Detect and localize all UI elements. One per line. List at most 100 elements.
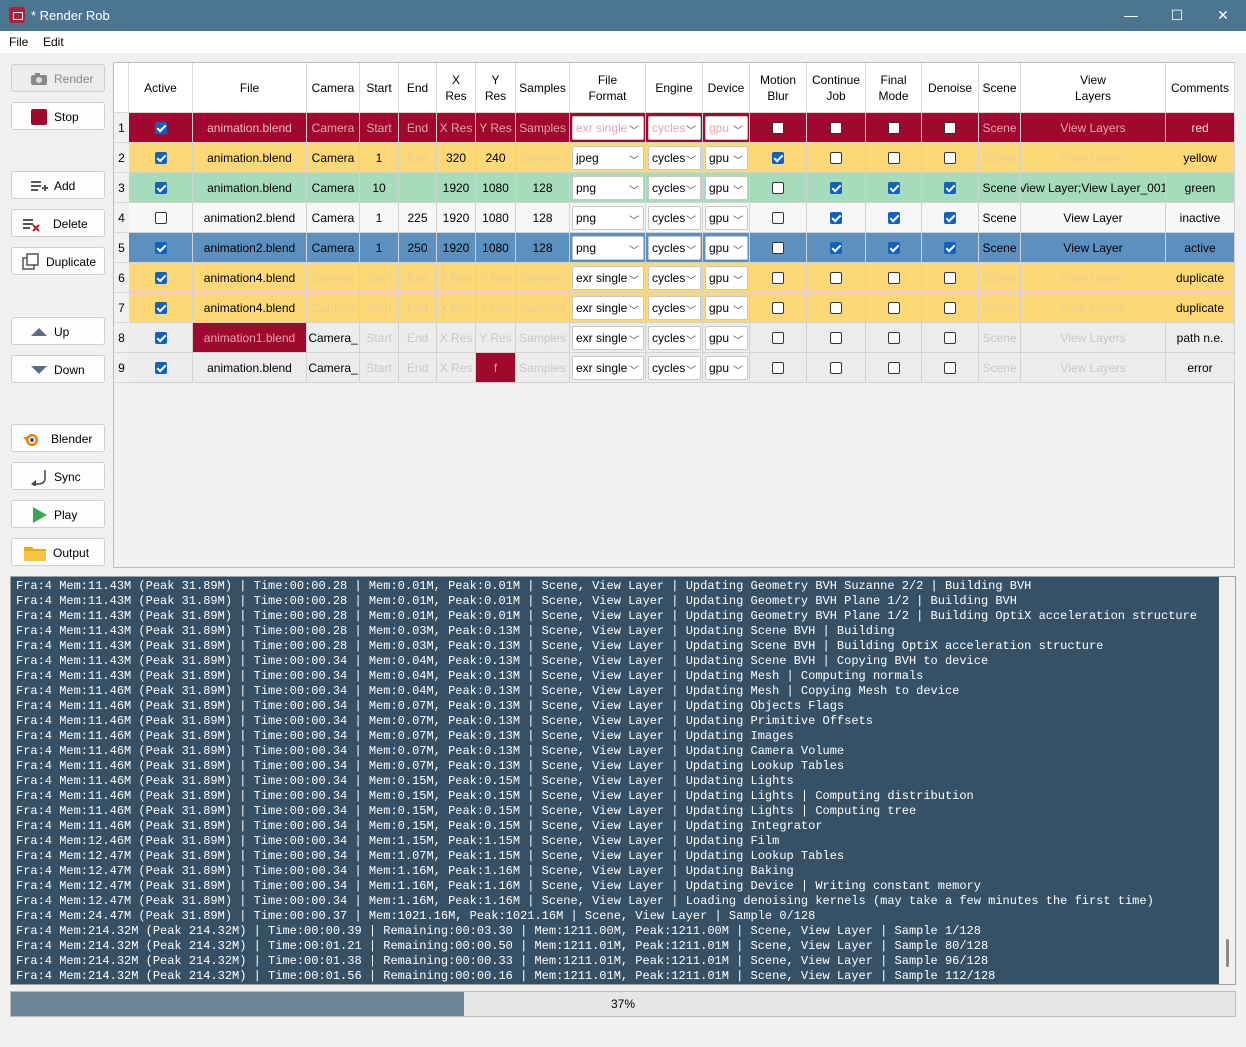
cell-start[interactable]: 1 [360, 203, 399, 233]
cell-scene[interactable]: Scene [979, 113, 1021, 143]
combo-device[interactable]: gpu ﹀ [705, 236, 748, 260]
cell-active[interactable] [129, 323, 193, 353]
cell-yres[interactable]: Y Res [476, 293, 516, 323]
combo-device[interactable]: gpu ﹀ [705, 146, 748, 170]
log-scrollbar-thumb[interactable] [1226, 939, 1229, 967]
cell-file[interactable]: animation2.blend [193, 233, 307, 263]
sidebar-add-button[interactable]: Add [11, 171, 105, 199]
cell-device[interactable]: gpu ﹀ [703, 353, 750, 383]
close-button[interactable]: ✕ [1200, 0, 1246, 31]
checkbox-motion[interactable] [772, 151, 784, 164]
column-header-layers[interactable]: View Layers [1021, 63, 1166, 113]
cell-yres[interactable]: Y Res [476, 323, 516, 353]
checkbox-motion[interactable] [772, 121, 784, 134]
checkbox-motion[interactable] [772, 361, 784, 374]
cell-denoise[interactable] [922, 113, 979, 143]
column-header-camera[interactable]: Camera [307, 63, 360, 113]
cell-layers[interactable]: View Layer [1021, 233, 1166, 263]
cell-denoise[interactable] [922, 293, 979, 323]
cell-start[interactable]: Start [360, 293, 399, 323]
cell-scene[interactable]: Scene [979, 263, 1021, 293]
cell-end[interactable]: End [399, 353, 437, 383]
cell-start[interactable]: 1 [360, 143, 399, 173]
cell-comment[interactable]: red [1166, 113, 1235, 143]
cell-samples[interactable]: Samples [516, 113, 570, 143]
cell-xres[interactable]: X Res [437, 353, 476, 383]
combo-engine[interactable]: cycles ﹀ [648, 176, 701, 200]
cell-yres[interactable]: 1080 [476, 173, 516, 203]
checkbox-denoise[interactable] [944, 271, 956, 284]
checkbox-final[interactable] [887, 211, 900, 224]
cell-layers[interactable]: View Layer [1021, 203, 1166, 233]
cell-xres[interactable]: X Res [437, 293, 476, 323]
cell-format[interactable]: png ﹀ [570, 173, 646, 203]
combo-format[interactable]: png ﹀ [572, 176, 644, 200]
combo-engine[interactable]: cycles ﹀ [648, 206, 701, 230]
cell-comment[interactable]: active [1166, 233, 1235, 263]
checkbox-cont[interactable] [830, 241, 842, 254]
checkbox-motion[interactable] [772, 331, 784, 344]
cell-samples[interactable]: Samples [516, 323, 570, 353]
cell-cont[interactable] [807, 173, 866, 203]
cell-comment[interactable]: yellow [1166, 143, 1235, 173]
checkbox-denoise[interactable] [944, 121, 956, 134]
column-header-engine[interactable]: Engine [646, 63, 703, 113]
cell-yres[interactable]: Y Res [476, 113, 516, 143]
column-header-active[interactable]: Active [129, 63, 193, 113]
cell-format[interactable]: exr single ﹀ [570, 113, 646, 143]
checkbox-active[interactable] [154, 241, 167, 254]
checkbox-cont[interactable] [830, 181, 842, 194]
combo-format[interactable]: exr single ﹀ [572, 266, 644, 290]
cell-layers[interactable]: View Layers [1021, 353, 1166, 383]
cell-xres[interactable]: 320 [437, 143, 476, 173]
cell-camera[interactable]: Camera [307, 263, 360, 293]
cell-layers[interactable]: View Layer;View Layer_001 [1021, 173, 1166, 203]
cell-engine[interactable]: cycles ﹀ [646, 353, 703, 383]
cell-denoise[interactable] [922, 323, 979, 353]
combo-engine[interactable]: cycles ﹀ [648, 356, 701, 380]
checkbox-denoise[interactable] [944, 241, 956, 254]
sidebar-stop-button[interactable]: Stop [11, 102, 105, 130]
cell-motion[interactable] [750, 353, 807, 383]
checkbox-active[interactable] [154, 211, 167, 224]
cell-end[interactable]: End [399, 293, 437, 323]
column-header-start[interactable]: Start [360, 63, 399, 113]
combo-device[interactable]: gpu ﹀ [705, 296, 748, 320]
checkbox-active[interactable] [154, 181, 167, 194]
cell-format[interactable]: png ﹀ [570, 233, 646, 263]
cell-camera[interactable]: Camera [307, 173, 360, 203]
column-header-motion[interactable]: Motion Blur [750, 63, 807, 113]
cell-camera[interactable]: Camera [307, 293, 360, 323]
cell-camera[interactable]: Camera_ [307, 353, 360, 383]
column-header-denoise[interactable]: Denoise [922, 63, 979, 113]
cell-file[interactable]: animation.blend [193, 173, 307, 203]
combo-device[interactable]: gpu ﹀ [705, 326, 748, 350]
menu-file[interactable]: File [9, 35, 28, 49]
cell-camera[interactable]: Camera [307, 233, 360, 263]
cell-format[interactable]: exr single ﹀ [570, 353, 646, 383]
cell-motion[interactable] [750, 233, 807, 263]
cell-xres[interactable]: X Res [437, 263, 476, 293]
checkbox-final[interactable] [887, 241, 900, 254]
checkbox-final[interactable] [887, 271, 900, 284]
cell-file[interactable]: animation1.blend [193, 323, 307, 353]
cell-start[interactable]: Start [360, 263, 399, 293]
checkbox-final[interactable] [887, 361, 900, 374]
cell-denoise[interactable] [922, 173, 979, 203]
cell-start[interactable]: Start [360, 353, 399, 383]
cell-device[interactable]: gpu ﹀ [703, 173, 750, 203]
cell-xres[interactable]: 1920 [437, 233, 476, 263]
cell-engine[interactable]: cycles ﹀ [646, 203, 703, 233]
cell-end[interactable]: End [399, 143, 437, 173]
checkbox-cont[interactable] [830, 331, 842, 344]
cell-layers[interactable]: View Layers [1021, 293, 1166, 323]
cell-engine[interactable]: cycles ﹀ [646, 173, 703, 203]
cell-yres[interactable]: 240 [476, 143, 516, 173]
column-header-device[interactable]: Device [703, 63, 750, 113]
cell-samples[interactable]: Samples [516, 263, 570, 293]
checkbox-denoise[interactable] [944, 211, 956, 224]
cell-camera[interactable]: Camera [307, 203, 360, 233]
sidebar-duplicate-button[interactable]: Duplicate [11, 247, 105, 275]
checkbox-final[interactable] [887, 331, 900, 344]
combo-device[interactable]: gpu ﹀ [705, 176, 748, 200]
